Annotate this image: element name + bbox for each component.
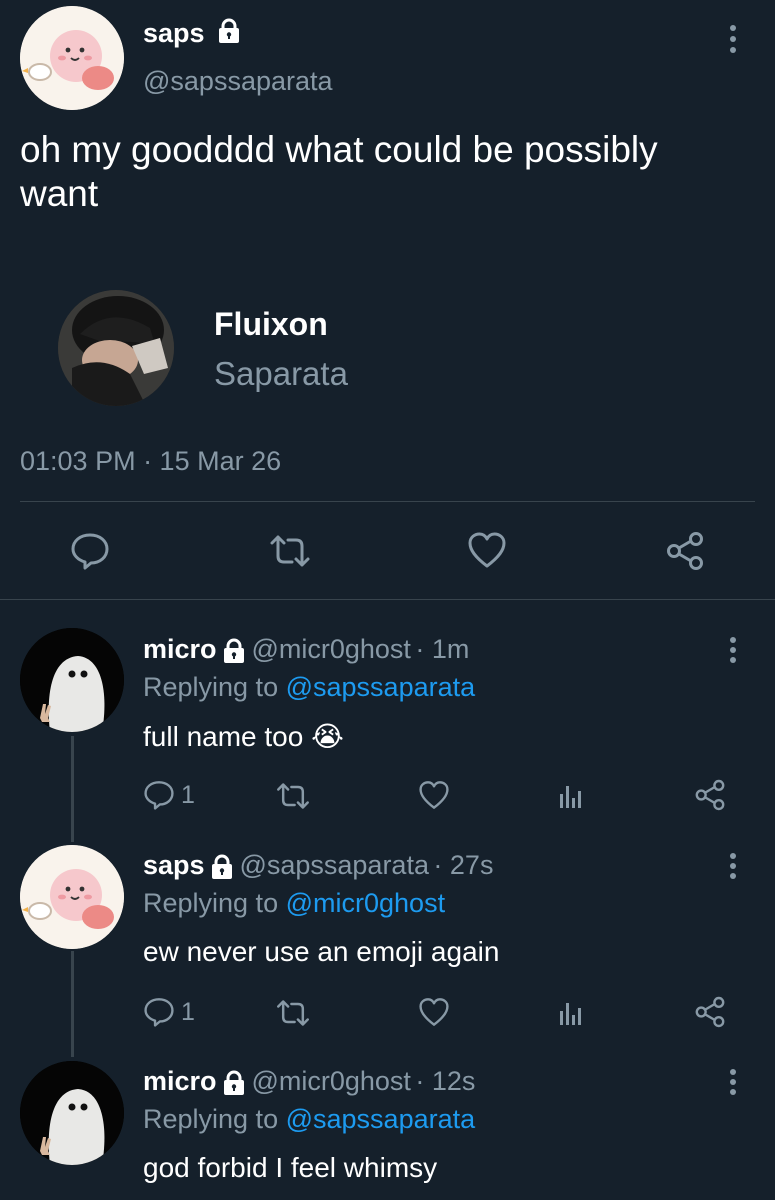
lock-icon xyxy=(221,1070,247,1101)
card-avatar-image xyxy=(58,290,174,406)
more-options-icon[interactable] xyxy=(726,24,740,54)
reply-icon[interactable] xyxy=(70,532,110,570)
replying-to-mention[interactable]: @sapssaparata xyxy=(286,672,476,702)
replying-to-line: Replying to @sapssaparata xyxy=(143,672,475,703)
divider xyxy=(20,501,755,502)
reply-header: micro @micr0ghost · 12s xyxy=(143,1066,475,1101)
reply-text: full name too xyxy=(143,721,304,752)
lock-icon xyxy=(209,854,235,885)
replying-to-label: Replying to xyxy=(143,1104,279,1134)
thread-connector xyxy=(71,736,74,842)
retweet-icon[interactable] xyxy=(275,782,311,810)
reply-header: micro @micr0ghost · 1m xyxy=(143,634,469,669)
reply-text-line: full name too 😭 xyxy=(143,720,344,753)
reply-author-name[interactable]: saps xyxy=(143,850,205,880)
thread-connector xyxy=(71,951,74,1057)
reply-time: · 12s xyxy=(415,1066,476,1096)
ghost-avatar-image xyxy=(20,628,124,732)
ghost-avatar-image xyxy=(20,1061,124,1165)
reply-time: · 1m xyxy=(415,634,470,664)
lock-icon xyxy=(221,638,247,669)
like-icon[interactable] xyxy=(418,997,450,1027)
reply-author-name[interactable]: micro xyxy=(143,634,217,664)
replying-to-line: Replying to @micr0ghost xyxy=(143,888,445,919)
reply-count: 1 xyxy=(181,997,195,1026)
reply-author-handle[interactable]: @micr0ghost xyxy=(251,1066,410,1096)
author-name-row: saps xyxy=(143,18,242,51)
tweet-timestamp[interactable]: 01:03 PM · 15 Mar 26 xyxy=(20,446,281,477)
kirby-avatar-image xyxy=(20,6,124,110)
replying-to-line: Replying to @sapssaparata xyxy=(143,1104,475,1135)
lock-icon xyxy=(216,18,242,51)
reply-avatar[interactable] xyxy=(20,845,124,949)
like-icon[interactable] xyxy=(418,780,450,810)
share-icon[interactable] xyxy=(694,996,726,1028)
replying-to-mention[interactable]: @sapssaparata xyxy=(286,1104,476,1134)
replying-to-mention[interactable]: @micr0ghost xyxy=(286,888,445,918)
reply-count: 1 xyxy=(181,780,195,809)
retweet-icon[interactable] xyxy=(268,534,312,568)
author-avatar[interactable] xyxy=(20,6,124,110)
reply-action-reply[interactable]: 1 xyxy=(143,997,195,1027)
analytics-icon[interactable] xyxy=(559,999,583,1027)
reply-text: ew never use an emoji again xyxy=(143,936,500,967)
card-title: Fluixon xyxy=(214,306,328,342)
analytics-icon[interactable] xyxy=(559,782,583,810)
more-options-icon[interactable] xyxy=(726,852,740,885)
replying-to-label: Replying to xyxy=(143,672,279,702)
divider xyxy=(0,599,775,600)
card-subtitle: Saparata xyxy=(214,355,348,392)
kirby-avatar-image xyxy=(20,845,124,949)
tweet-text: oh my goodddd what could be possibly wan… xyxy=(20,129,658,214)
reply-icon xyxy=(143,780,175,810)
retweet-icon[interactable] xyxy=(275,999,311,1027)
more-options-icon[interactable] xyxy=(726,636,740,669)
reply-author-name[interactable]: micro xyxy=(143,1066,217,1096)
reply-avatar[interactable] xyxy=(20,1061,124,1165)
reply-action-reply[interactable]: 1 xyxy=(143,780,195,810)
author-handle[interactable]: @sapssaparata xyxy=(143,66,333,97)
reply-author-handle[interactable]: @micr0ghost xyxy=(251,634,410,664)
loudly-crying-emoji: 😭 xyxy=(311,721,344,752)
card-avatar[interactable] xyxy=(58,290,174,406)
reply-time: · 27s xyxy=(433,850,494,880)
reply-text: god forbid I feel whimsy xyxy=(143,1152,438,1183)
reply-header: saps @sapssaparata · 27s xyxy=(143,850,493,885)
like-icon[interactable] xyxy=(467,531,507,569)
reply-author-handle[interactable]: @sapssaparata xyxy=(239,850,429,880)
more-options-icon[interactable] xyxy=(726,1068,740,1101)
author-name[interactable]: saps xyxy=(143,18,205,48)
reply-avatar[interactable] xyxy=(20,628,124,732)
replying-to-label: Replying to xyxy=(143,888,279,918)
reply-icon xyxy=(143,997,175,1027)
share-icon[interactable] xyxy=(665,531,705,571)
share-icon[interactable] xyxy=(694,779,726,811)
